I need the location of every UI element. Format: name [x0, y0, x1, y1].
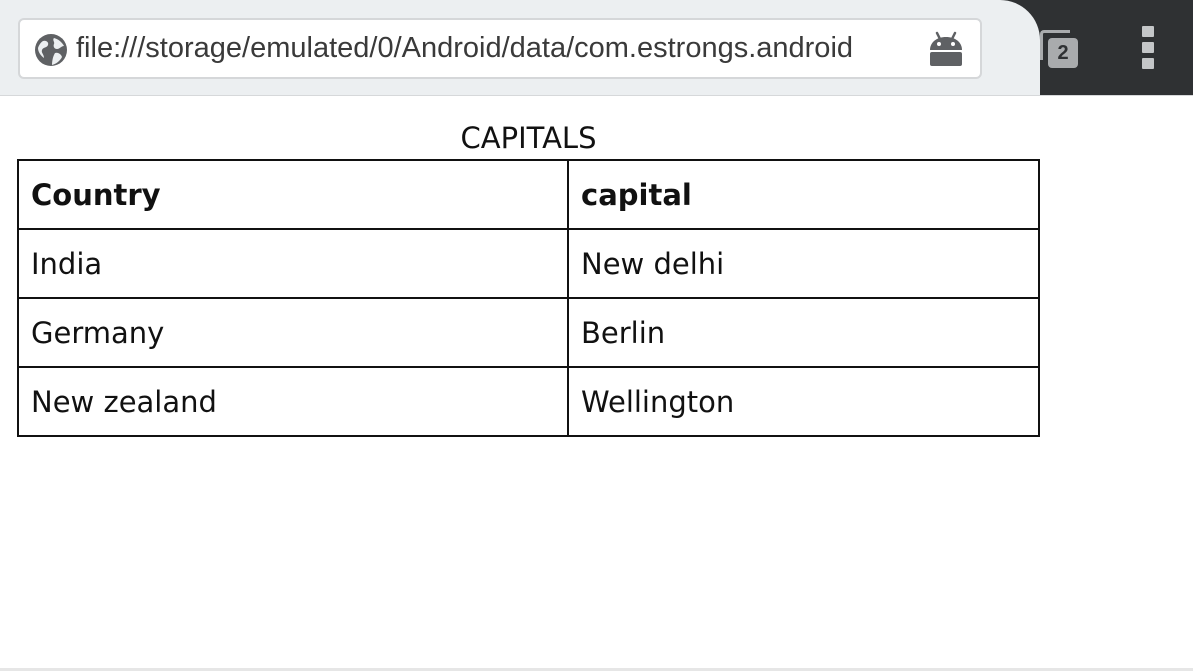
menu-dot	[1142, 58, 1154, 69]
url-fade	[860, 20, 920, 77]
menu-dot	[1142, 42, 1154, 53]
cell-capital: Wellington	[567, 366, 1040, 437]
url-text[interactable]: file:///storage/emulated/0/Android/data/…	[76, 20, 906, 77]
browser-toolbar: file:///storage/emulated/0/Android/data/…	[0, 0, 1193, 96]
cell-capital: New delhi	[567, 228, 1040, 299]
table-row: Germany Berlin	[17, 297, 1040, 368]
overflow-menu-icon[interactable]	[1141, 26, 1155, 70]
table-row: New zealand Wellington	[17, 366, 1040, 437]
url-bar[interactable]: file:///storage/emulated/0/Android/data/…	[18, 18, 982, 79]
header-country: Country	[17, 159, 569, 230]
tab-count-badge: 2	[1048, 38, 1078, 68]
globe-icon[interactable]	[33, 32, 69, 68]
cell-capital: Berlin	[567, 297, 1040, 368]
android-icon[interactable]	[926, 30, 966, 68]
table-header-row: Country capital	[17, 159, 1040, 230]
cell-country: New zealand	[17, 366, 569, 437]
capitals-table: Country capital India New delhi Germany …	[17, 159, 1040, 437]
menu-dot	[1142, 26, 1154, 37]
table-caption: CAPITALS	[460, 121, 597, 155]
table-row: India New delhi	[17, 228, 1040, 299]
tab-switcher-button[interactable]: 2	[1036, 26, 1084, 70]
cell-country: Germany	[17, 297, 569, 368]
page-content: CAPITALS Country capital India New delhi…	[0, 96, 1193, 671]
header-capital: capital	[567, 159, 1040, 230]
cell-country: India	[17, 228, 569, 299]
